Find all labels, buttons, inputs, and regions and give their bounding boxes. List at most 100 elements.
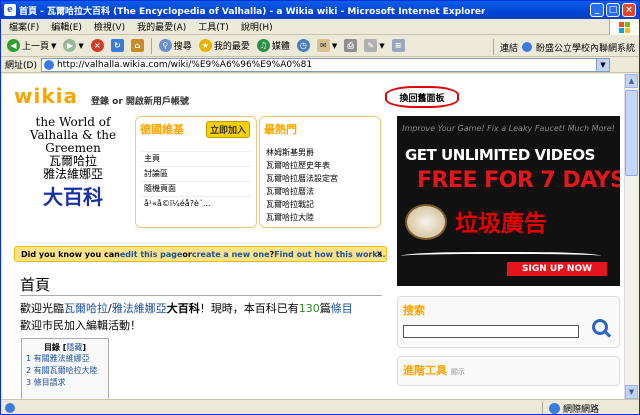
chevron-down-icon[interactable]: ▼ <box>51 42 56 50</box>
minimize-button[interactable]: _ <box>590 3 604 17</box>
toc-item[interactable]: 2 有關瓦爾哈拉大陸 <box>26 365 104 377</box>
star-icon: ★ <box>198 39 212 52</box>
community-item[interactable]: å¹«å©ï¼éå?è¨... <box>140 196 252 211</box>
ad-subheadline: FREE FOR 7 DAYS <box>417 168 620 193</box>
valhalla-link[interactable]: 瓦爾哈拉 <box>64 302 108 315</box>
scroll-down-icon[interactable]: ▼ <box>625 385 638 399</box>
intro-part: 歡迎市民加入編輯活動！ <box>20 319 141 332</box>
advertisement[interactable]: Improve Your Game! Fix a Leaky Faucet! M… <box>397 116 620 286</box>
menu-view[interactable]: 檢視(V) <box>88 20 131 33</box>
create-page-link[interactable]: create a new one <box>192 250 270 259</box>
address-label: 網址(D) <box>5 61 37 71</box>
back-button[interactable]: ◀ 上一頁 ▼ <box>5 39 58 52</box>
browser-window: e 首頁 - 瓦爾哈拉大百科 (The Encyclopedia of Valh… <box>0 0 640 415</box>
popular-item[interactable]: 瓦爾哈拉曆法設定宮 <box>264 172 376 185</box>
community-box: 德國維基 立即加入 主頁 討論區 隨機頁面 å¹«å©ï¼éå?è¨... <box>135 116 257 228</box>
links-label[interactable]: 連結 <box>500 41 518 54</box>
ad-signup-button[interactable]: SIGN UP NOW <box>507 262 607 276</box>
return-old-skin-button[interactable]: 換回舊面板 <box>385 86 459 108</box>
home-icon: ⌂ <box>130 39 144 52</box>
maximize-button[interactable]: □ <box>606 3 620 17</box>
page-title: 首頁 <box>20 276 51 294</box>
address-url: http://valhalla.wikia.com/wiki/%E9%A6%96… <box>56 59 313 70</box>
home-button[interactable]: ⌂ <box>129 39 146 52</box>
menu-edit[interactable]: 編輯(E) <box>45 20 88 33</box>
logo-line-2: Valhalla & the Greemen <box>29 128 117 155</box>
toc-hide-link[interactable]: 隱藏 <box>66 343 82 352</box>
media-button[interactable]: ♫ 媒體 <box>255 39 292 52</box>
history-icon: ◷ <box>296 39 310 52</box>
popular-item[interactable]: 林姆斯基男爵 <box>264 146 376 159</box>
popular-item[interactable]: 瓦爾哈拉戰記 <box>264 198 376 211</box>
scroll-thumb[interactable] <box>625 90 638 176</box>
vertical-scrollbar[interactable]: ▲ ▼ <box>624 74 638 399</box>
search-box: 搜索 <box>397 296 620 348</box>
baseball-icon <box>405 204 447 240</box>
mail-button[interactable]: ✉ ▼ <box>315 39 339 52</box>
popular-item[interactable]: 瓦爾哈拉歷史年表 <box>264 159 376 172</box>
links-item[interactable]: 盼盛公立學校內聯網系統 <box>536 41 635 54</box>
search-button[interactable]: ⚲ 搜尋 <box>157 39 194 52</box>
address-input[interactable]: http://valhalla.wikia.com/wiki/%E9%A6%96… <box>40 57 597 72</box>
edit-page-link[interactable]: edit this page <box>120 250 183 259</box>
toolbar-divider <box>150 37 152 54</box>
logo-line-5: 大百科 <box>43 185 103 209</box>
history-button[interactable]: ◷ <box>295 39 312 52</box>
intro-part: ！現時，本百科已有 <box>199 302 299 315</box>
community-item[interactable]: 隨機頁面 <box>140 181 252 196</box>
ie-icon: e <box>4 4 16 16</box>
scroll-up-icon[interactable]: ▲ <box>625 74 638 88</box>
stop-icon: × <box>90 39 104 52</box>
search-input[interactable] <box>403 325 579 338</box>
ad-tagline: Improve Your Game! Fix a Leaky Faucet! M… <box>402 124 615 133</box>
favorites-label: 我的最愛 <box>213 42 250 52</box>
discuss-button[interactable]: ≡ <box>390 39 407 52</box>
chevron-down-icon[interactable]: ▼ <box>379 42 384 50</box>
advanced-tools-show[interactable]: 顯示 <box>451 368 465 376</box>
forward-button[interactable]: ▶ ▼ <box>61 39 85 52</box>
ad-headline: GET UNLIMITED VIDEOS <box>405 146 596 164</box>
wikia-logo[interactable]: wikia <box>14 84 78 108</box>
login-link[interactable]: 登錄 <box>91 97 109 107</box>
menu-bar: 檔案(F) 編輯(E) 檢視(V) 我的最愛(A) 工具(T) 說明(H) <box>1 19 639 35</box>
toolbar-divider <box>492 39 494 55</box>
favorites-button[interactable]: ★ 我的最愛 <box>197 39 252 52</box>
register-link[interactable]: 開啟新用戶帳號 <box>126 97 189 107</box>
toc-item[interactable]: 1 有關雅法維娜亞 <box>26 353 104 365</box>
valhalla-logo[interactable]: the World of Valhalla & the Greemen 瓦爾哈拉… <box>14 116 132 234</box>
menu-help[interactable]: 說明(H) <box>235 20 279 33</box>
print-button[interactable]: ⎙ <box>342 39 359 52</box>
menu-tools[interactable]: 工具(T) <box>192 20 235 33</box>
community-item[interactable]: 討論區 <box>140 166 252 181</box>
popular-item[interactable]: 瓦爾哈拉曆法 <box>264 185 376 198</box>
join-now-button[interactable]: 立即加入 <box>206 121 251 138</box>
search-heading: 搜索 <box>403 304 425 317</box>
advanced-tools-box: 進階工具 顯示 <box>397 356 620 386</box>
intro-part: 篇 <box>319 302 331 315</box>
edit-button[interactable]: ✎ ▼ <box>362 39 386 52</box>
refresh-button[interactable]: ↻ <box>109 39 126 52</box>
menu-file[interactable]: 檔案(F) <box>3 20 45 33</box>
community-item[interactable]: 主頁 <box>140 151 252 166</box>
menu-favorites[interactable]: 我的最愛(A) <box>131 20 192 33</box>
status-bar: 網際網路 <box>1 399 639 414</box>
address-dropdown-icon[interactable]: ▼ <box>595 57 610 72</box>
how-it-works-link[interactable]: Find out how this works. <box>274 250 385 259</box>
articles-link[interactable]: 條目 <box>331 302 353 315</box>
close-icon[interactable]: x <box>377 249 382 258</box>
chevron-down-icon[interactable]: ▼ <box>332 42 337 50</box>
discuss-icon: ≡ <box>391 39 405 52</box>
toc-item[interactable]: 3 條目請求 <box>26 377 104 389</box>
chevron-down-icon[interactable]: ▼ <box>78 42 83 50</box>
close-button[interactable]: × <box>622 3 636 17</box>
title-bar[interactable]: e 首頁 - 瓦爾哈拉大百科 (The Encyclopedia of Valh… <box>1 1 639 19</box>
media-label: 媒體 <box>271 42 290 52</box>
intro-text: 歡迎光臨瓦爾哈拉/雅法維娜亞大百科！現時，本百科已有130篇條目 歡迎市民加入編… <box>20 300 385 334</box>
yafa-link[interactable]: 雅法維娜亞 <box>112 302 167 315</box>
popular-item[interactable]: 瓦爾哈拉大陸 <box>264 211 376 224</box>
scribble-mark <box>401 252 601 262</box>
magnifier-icon[interactable] <box>592 319 608 335</box>
edit-icon: ✎ <box>364 39 378 52</box>
stop-button[interactable]: × <box>89 39 106 52</box>
article-count: 130 <box>298 302 320 315</box>
